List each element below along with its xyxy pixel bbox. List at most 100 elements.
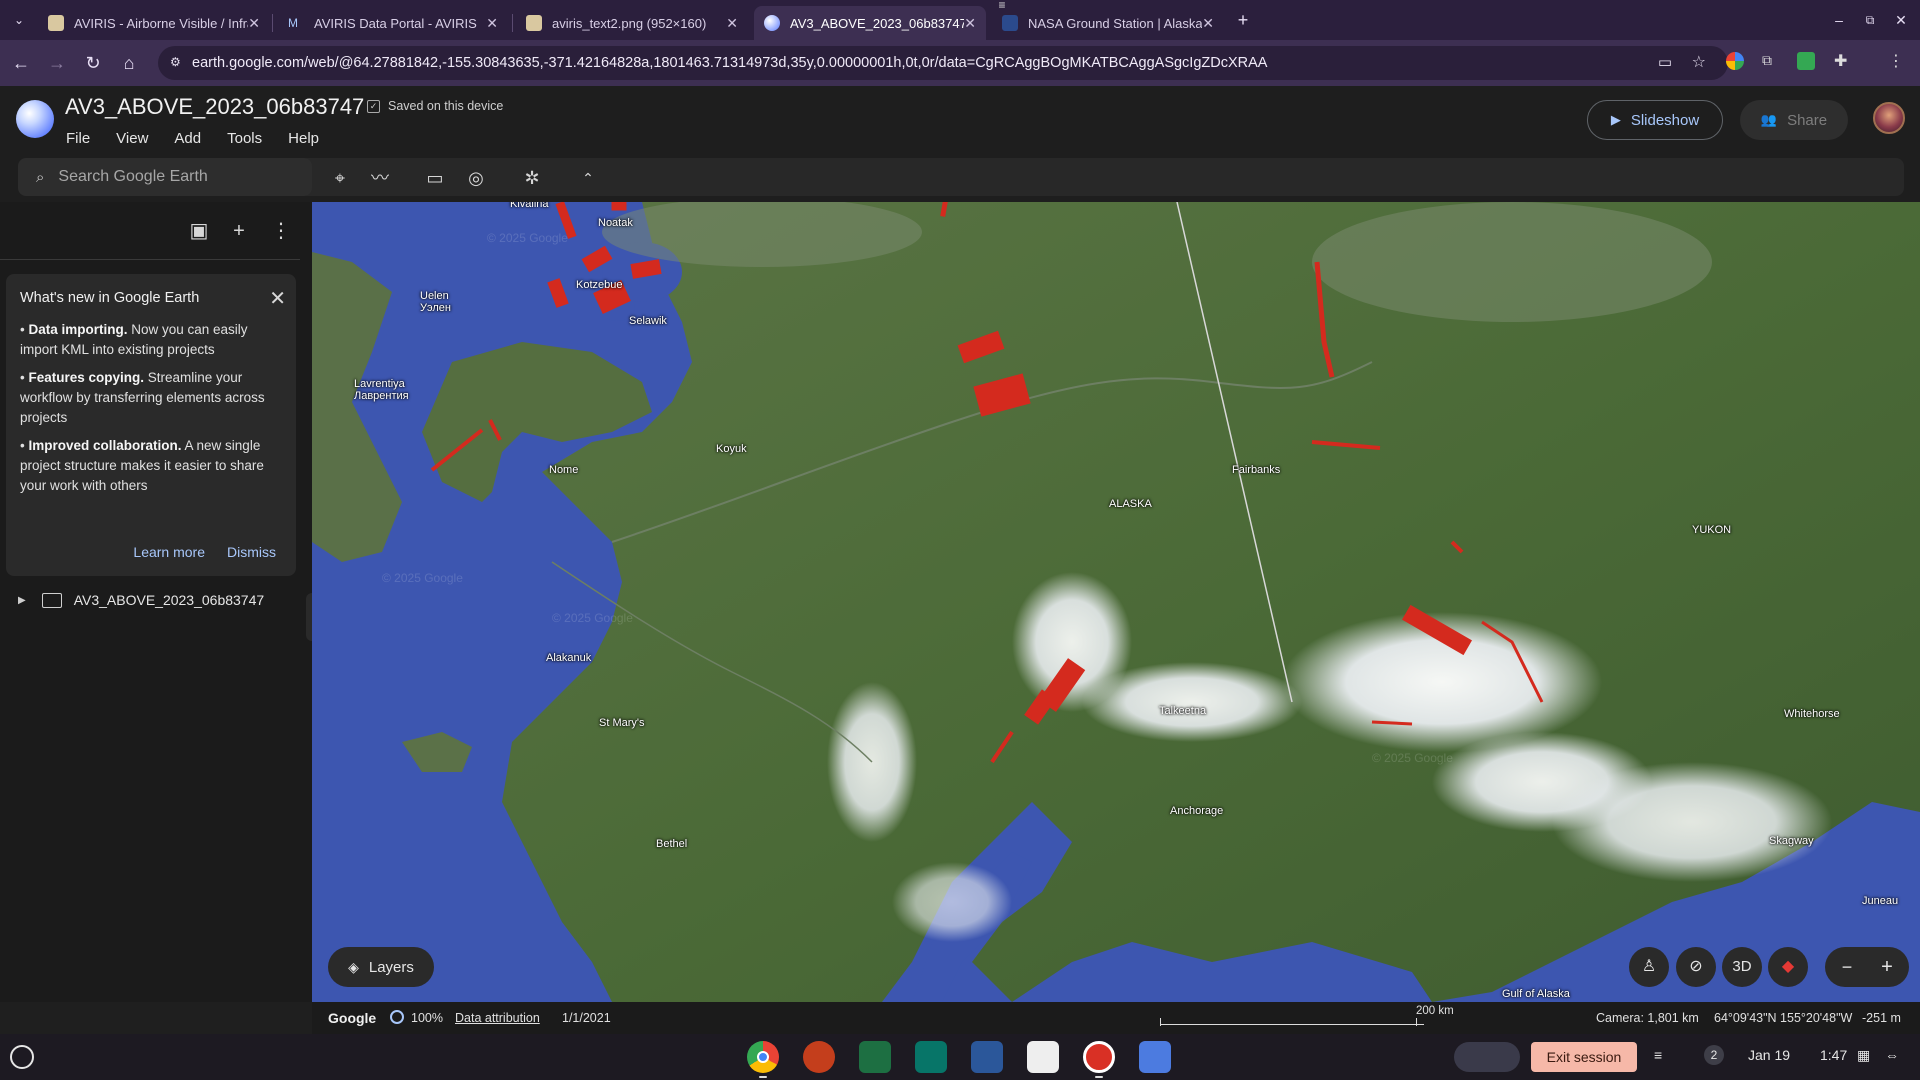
word-app-icon[interactable] bbox=[971, 1041, 1003, 1073]
search-input[interactable] bbox=[58, 168, 289, 186]
share-button[interactable]: 👥 Share bbox=[1740, 100, 1848, 140]
toggle-3d-button[interactable]: 3D bbox=[1722, 947, 1762, 987]
place-label[interactable]: Koyuk bbox=[716, 443, 747, 455]
place-label[interactable]: Selawik bbox=[629, 315, 667, 327]
tab-search-chevron-icon[interactable]: ⌄ bbox=[8, 9, 30, 31]
tab-nasa-ground-station[interactable]: NASA Ground Station | Alaska ✕ bbox=[992, 6, 1224, 40]
menu-tools[interactable]: Tools bbox=[227, 130, 262, 147]
place-label[interactable]: Noatak bbox=[598, 217, 633, 229]
place-label[interactable]: Bethel bbox=[656, 838, 687, 850]
more-options-icon[interactable]: ⋮ bbox=[270, 220, 292, 242]
address-bar[interactable]: ⚙ earth.google.com/web/@64.27881842,-155… bbox=[158, 46, 1728, 80]
launcher-icon[interactable] bbox=[10, 1045, 34, 1069]
new-folder-icon[interactable]: ▣ bbox=[188, 220, 210, 242]
menu-view[interactable]: View bbox=[116, 130, 148, 147]
home-icon[interactable]: ⌂ bbox=[118, 52, 140, 74]
bookmark-star-icon[interactable]: ☆ bbox=[1692, 52, 1706, 72]
date-indicator[interactable]: Jan 19 bbox=[1748, 1047, 1790, 1063]
menu-add[interactable]: Add bbox=[174, 130, 201, 147]
add-placemark-icon[interactable]: ⌖ bbox=[328, 166, 352, 190]
project-title[interactable]: AV3_ABOVE_2023_06b83747 bbox=[65, 94, 364, 120]
extensions-puzzle-icon[interactable]: ✚ bbox=[1834, 51, 1847, 71]
draw-path-icon[interactable]: 〰 bbox=[368, 166, 392, 190]
close-icon[interactable]: ✕ bbox=[726, 15, 738, 32]
satellite-icon[interactable]: ✲ bbox=[520, 166, 544, 190]
close-icon[interactable]: ✕ bbox=[964, 15, 976, 32]
tab-aviris[interactable]: AVIRIS - Airborne Visible / Infra ✕ bbox=[38, 6, 270, 40]
reset-tilt-icon[interactable]: ⊘ bbox=[1676, 947, 1716, 987]
minimize-icon[interactable]: – bbox=[1828, 9, 1850, 31]
close-icon[interactable]: ✕ bbox=[486, 15, 498, 32]
place-label[interactable]: Nome bbox=[549, 464, 578, 476]
tab-aviris-text2-png[interactable]: aviris_text2.png (952×160) ✕ bbox=[516, 6, 748, 40]
place-label[interactable]: Whitehorse bbox=[1784, 708, 1840, 720]
extension-icon[interactable] bbox=[1726, 52, 1744, 70]
place-label[interactable]: Skagway bbox=[1769, 835, 1814, 847]
place-label[interactable]: ALASKA bbox=[1109, 498, 1152, 510]
tab-google-earth-project[interactable]: AV3_ABOVE_2023_06b83747 · ✕ bbox=[754, 6, 986, 40]
expand-caret-icon[interactable]: ▶ bbox=[18, 595, 26, 606]
media-controls-icon[interactable]: ≡ bbox=[1654, 1047, 1662, 1063]
network-icon[interactable]: ⇔ bbox=[1885, 1047, 1899, 1063]
exit-session-button[interactable]: Exit session bbox=[1531, 1042, 1637, 1072]
learn-more-link[interactable]: Learn more bbox=[133, 544, 205, 560]
dismiss-button[interactable]: Dismiss bbox=[227, 544, 276, 560]
browser-menu-icon[interactable]: ⋮ bbox=[1888, 51, 1904, 71]
layers-button[interactable]: ◈ Layers bbox=[328, 947, 434, 987]
window-close-icon[interactable]: ✕ bbox=[1890, 9, 1912, 31]
close-icon[interactable]: ✕ bbox=[1202, 15, 1214, 32]
avatar[interactable] bbox=[1873, 102, 1905, 134]
place-label[interactable]: Talkeetna bbox=[1159, 705, 1206, 717]
clock[interactable]: 1:47 bbox=[1820, 1047, 1847, 1063]
back-arrow-icon[interactable]: ← bbox=[10, 52, 32, 74]
place-label[interactable]: YUKON bbox=[1692, 524, 1731, 536]
notification-count-badge[interactable]: 2 bbox=[1704, 1045, 1724, 1065]
pegman-street-view-icon[interactable]: ♙ bbox=[1629, 947, 1669, 987]
place-label[interactable]: Uelen Уэлен bbox=[420, 290, 451, 314]
files-app-icon[interactable] bbox=[1027, 1041, 1059, 1073]
powerpoint-app-icon[interactable] bbox=[803, 1041, 835, 1073]
place-label[interactable]: Kotzebue bbox=[576, 279, 622, 291]
place-label[interactable]: Lavrentiya Лаврентия bbox=[354, 378, 409, 402]
extension-icon[interactable]: ⧉ bbox=[1762, 52, 1780, 70]
folder-app-icon[interactable] bbox=[1139, 1041, 1171, 1073]
google-earth-logo[interactable] bbox=[16, 100, 54, 138]
timer-app-icon[interactable] bbox=[1083, 1041, 1115, 1073]
reload-icon[interactable]: ↻ bbox=[82, 52, 104, 74]
phone-hub-icon[interactable] bbox=[1454, 1042, 1520, 1072]
add-icon[interactable]: + bbox=[228, 220, 250, 242]
forward-arrow-icon[interactable]: → bbox=[46, 52, 68, 74]
managed-device-icon[interactable]: ▦ bbox=[1857, 1047, 1870, 1064]
drag-handle-icon[interactable]: ≡ bbox=[993, 0, 1011, 11]
place-label[interactable]: St Mary's bbox=[599, 717, 645, 729]
zoom-in-icon[interactable]: + bbox=[1875, 947, 1899, 987]
place-label[interactable]: Gulf of Alaska bbox=[1502, 988, 1570, 1000]
restore-icon[interactable]: ⧉ bbox=[1859, 9, 1881, 31]
place-label[interactable]: Fairbanks bbox=[1232, 464, 1280, 476]
new-tab-plus-icon[interactable]: + bbox=[1232, 9, 1254, 31]
close-icon[interactable]: ✕ bbox=[248, 15, 260, 32]
extension-icon[interactable] bbox=[1797, 52, 1815, 70]
menu-file[interactable]: File bbox=[66, 130, 90, 147]
cast-icon[interactable]: ▭ bbox=[1658, 53, 1672, 71]
place-label[interactable]: Kivalina bbox=[510, 202, 549, 210]
search-box[interactable]: ⌕ bbox=[18, 158, 312, 196]
place-label[interactable]: Anchorage bbox=[1170, 805, 1223, 817]
site-info-icon[interactable]: ⚙ bbox=[170, 55, 181, 69]
excel-app-icon[interactable] bbox=[859, 1041, 891, 1073]
timelapse-icon[interactable]: ◎ bbox=[464, 166, 488, 190]
ruler-icon[interactable]: ▭ bbox=[423, 166, 447, 190]
close-icon[interactable]: ✕ bbox=[269, 286, 286, 311]
zoom-out-icon[interactable]: − bbox=[1835, 947, 1859, 987]
menu-help[interactable]: Help bbox=[288, 130, 319, 147]
data-attribution-link[interactable]: Data attribution bbox=[455, 1011, 540, 1025]
collapse-toolbar-chevron-icon[interactable]: ⌃ bbox=[576, 166, 600, 190]
place-label[interactable]: Alakanuk bbox=[546, 652, 591, 664]
tab-aviris-data-portal[interactable]: M AVIRIS Data Portal - AVIRIS ✕ bbox=[278, 6, 508, 40]
project-folder-item[interactable]: ▶ AV3_ABOVE_2023_06b83747 bbox=[18, 592, 264, 608]
slideshow-button[interactable]: ▶ Slideshow bbox=[1587, 100, 1723, 140]
compass-icon[interactable]: ◆ bbox=[1768, 947, 1808, 987]
earth-map-view[interactable]: © 2025 Google © 2025 Google © 2025 Googl… bbox=[312, 202, 1920, 1002]
publisher-app-icon[interactable] bbox=[915, 1041, 947, 1073]
url-text[interactable]: earth.google.com/web/@64.27881842,-155.3… bbox=[192, 55, 1267, 71]
